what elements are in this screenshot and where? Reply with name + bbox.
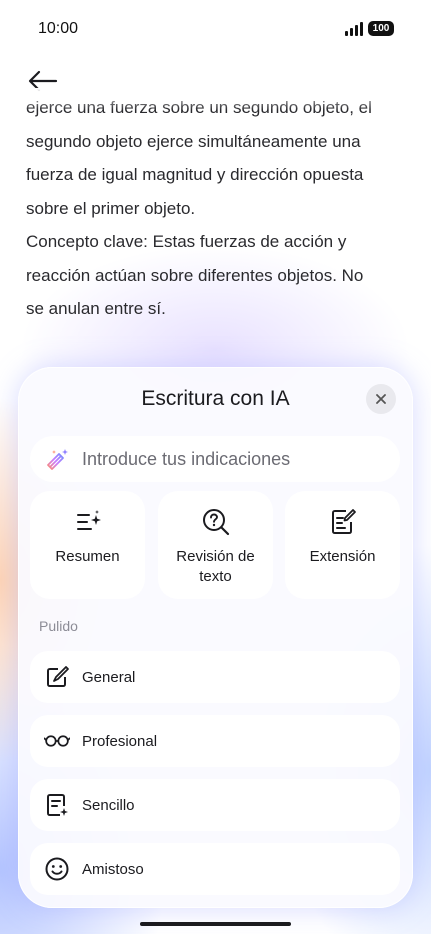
- pen-icon: [44, 664, 70, 690]
- glasses-icon: [44, 728, 70, 754]
- polish-section-label: Pulido: [39, 618, 78, 634]
- polish-item-label: Profesional: [82, 732, 158, 750]
- polish-item-professional[interactable]: Profesional: [30, 715, 400, 767]
- summary-label: Resumen: [55, 548, 120, 565]
- document-text: ejerce una fuerza sobre un segundo objet…: [26, 98, 372, 318]
- simple-document-icon: [44, 792, 70, 818]
- prompt-input[interactable]: Introduce tus indicaciones: [30, 436, 400, 482]
- status-time: 10:00: [38, 20, 79, 37]
- smile-icon: [44, 856, 70, 882]
- polish-item-general[interactable]: General: [30, 651, 400, 703]
- home-indicator[interactable]: [140, 922, 291, 926]
- polish-item-label: Sencillo: [82, 796, 135, 814]
- panel-title: Escritura con IA: [141, 387, 290, 410]
- ai-writing-panel: Escritura con IA Introduce tus indicacio…: [18, 367, 413, 908]
- polish-item-simple[interactable]: Sencillo: [30, 779, 400, 831]
- magic-wand-icon: [47, 449, 68, 470]
- extension-label: Extensión: [309, 548, 376, 565]
- battery-icon: 100: [368, 21, 394, 36]
- search-question-icon: [202, 509, 229, 536]
- content-fade: [26, 88, 406, 110]
- polish-item-label: General: [82, 668, 136, 686]
- summary-button[interactable]: Resumen: [30, 491, 145, 599]
- text-review-label: Revisión de texto: [176, 548, 255, 585]
- text-review-button[interactable]: Revisión de texto: [158, 491, 273, 599]
- close-button[interactable]: [366, 384, 396, 414]
- signal-icon: [345, 22, 363, 36]
- edit-document-icon: [331, 509, 356, 534]
- prompt-placeholder: Introduce tus indicaciones: [82, 448, 291, 469]
- polish-item-friendly[interactable]: Amistoso: [30, 843, 400, 895]
- extension-button[interactable]: Extensión: [285, 491, 400, 599]
- polish-item-label: Amistoso: [82, 860, 144, 878]
- battery-level: 100: [372, 23, 390, 34]
- document-content: ejerce una fuerza sobre un segundo objet…: [26, 88, 406, 346]
- summary-sparkle-icon: [76, 510, 101, 530]
- close-icon: [376, 394, 386, 404]
- status-bar: 10:00 100: [0, 0, 431, 60]
